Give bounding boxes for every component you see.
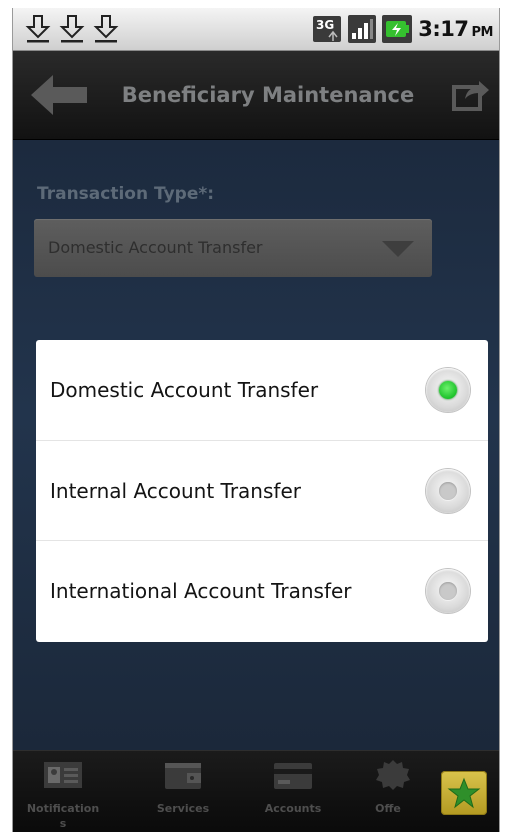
- transaction-type-label: Transaction Type*:: [37, 184, 215, 204]
- radio-unselected[interactable]: [426, 469, 470, 513]
- phone-screen: 3G 3:17 PM Beneficiary Maintenance Trans…: [12, 8, 500, 832]
- option-label: Domestic Account Transfer: [50, 378, 319, 402]
- star-icon: [447, 777, 481, 809]
- svg-text:3G: 3G: [316, 18, 334, 32]
- download-icon: [59, 15, 85, 43]
- favorites-button[interactable]: [441, 771, 487, 815]
- option-label: International Account Transfer: [50, 579, 352, 603]
- download-icon: [93, 15, 119, 43]
- radio-unselected[interactable]: [426, 569, 470, 613]
- contact-card-icon: [44, 762, 82, 788]
- status-indicators: 3G 3:17 PM: [312, 14, 494, 44]
- title-bar: Beneficiary Maintenance: [13, 51, 499, 140]
- option-international-account-transfer[interactable]: International Account Transfer: [36, 540, 488, 641]
- download-icon: [25, 15, 51, 43]
- battery-charging-icon: [382, 15, 413, 43]
- card-icon: [274, 763, 312, 789]
- nav-label: Accounts: [264, 802, 322, 815]
- radio-selected[interactable]: [426, 368, 470, 412]
- option-internal-account-transfer[interactable]: Internal Account Transfer: [36, 440, 488, 541]
- status-bar: 3G 3:17 PM: [13, 8, 499, 51]
- option-label: Internal Account Transfer: [50, 479, 301, 503]
- nav-label: Services: [156, 802, 210, 815]
- nav-label: Notification s: [26, 802, 100, 830]
- nav-notifications[interactable]: Notification s: [15, 751, 111, 832]
- transaction-type-value: Domestic Account Transfer: [48, 238, 263, 257]
- share-icon[interactable]: [451, 77, 491, 113]
- transaction-type-select[interactable]: Domestic Account Transfer: [34, 219, 432, 277]
- network-3g-icon: 3G: [313, 16, 342, 42]
- chevron-down-icon: [382, 241, 414, 257]
- clock: 3:17 PM: [418, 17, 493, 41]
- nav-label: Offe: [375, 802, 401, 815]
- signal-strength-icon: [348, 15, 377, 43]
- wallet-icon: [165, 763, 201, 789]
- nav-offers[interactable]: Offe: [353, 751, 423, 832]
- nav-services[interactable]: Services: [135, 751, 231, 832]
- nav-accounts[interactable]: Accounts: [245, 751, 341, 832]
- badge-icon: [376, 760, 410, 790]
- transaction-type-dialog: Domestic Account Transfer Internal Accou…: [36, 340, 488, 642]
- option-domestic-account-transfer[interactable]: Domestic Account Transfer: [36, 340, 488, 440]
- page-title: Beneficiary Maintenance: [121, 83, 415, 107]
- bottom-nav: Notification s Services Accounts Offe: [13, 750, 499, 832]
